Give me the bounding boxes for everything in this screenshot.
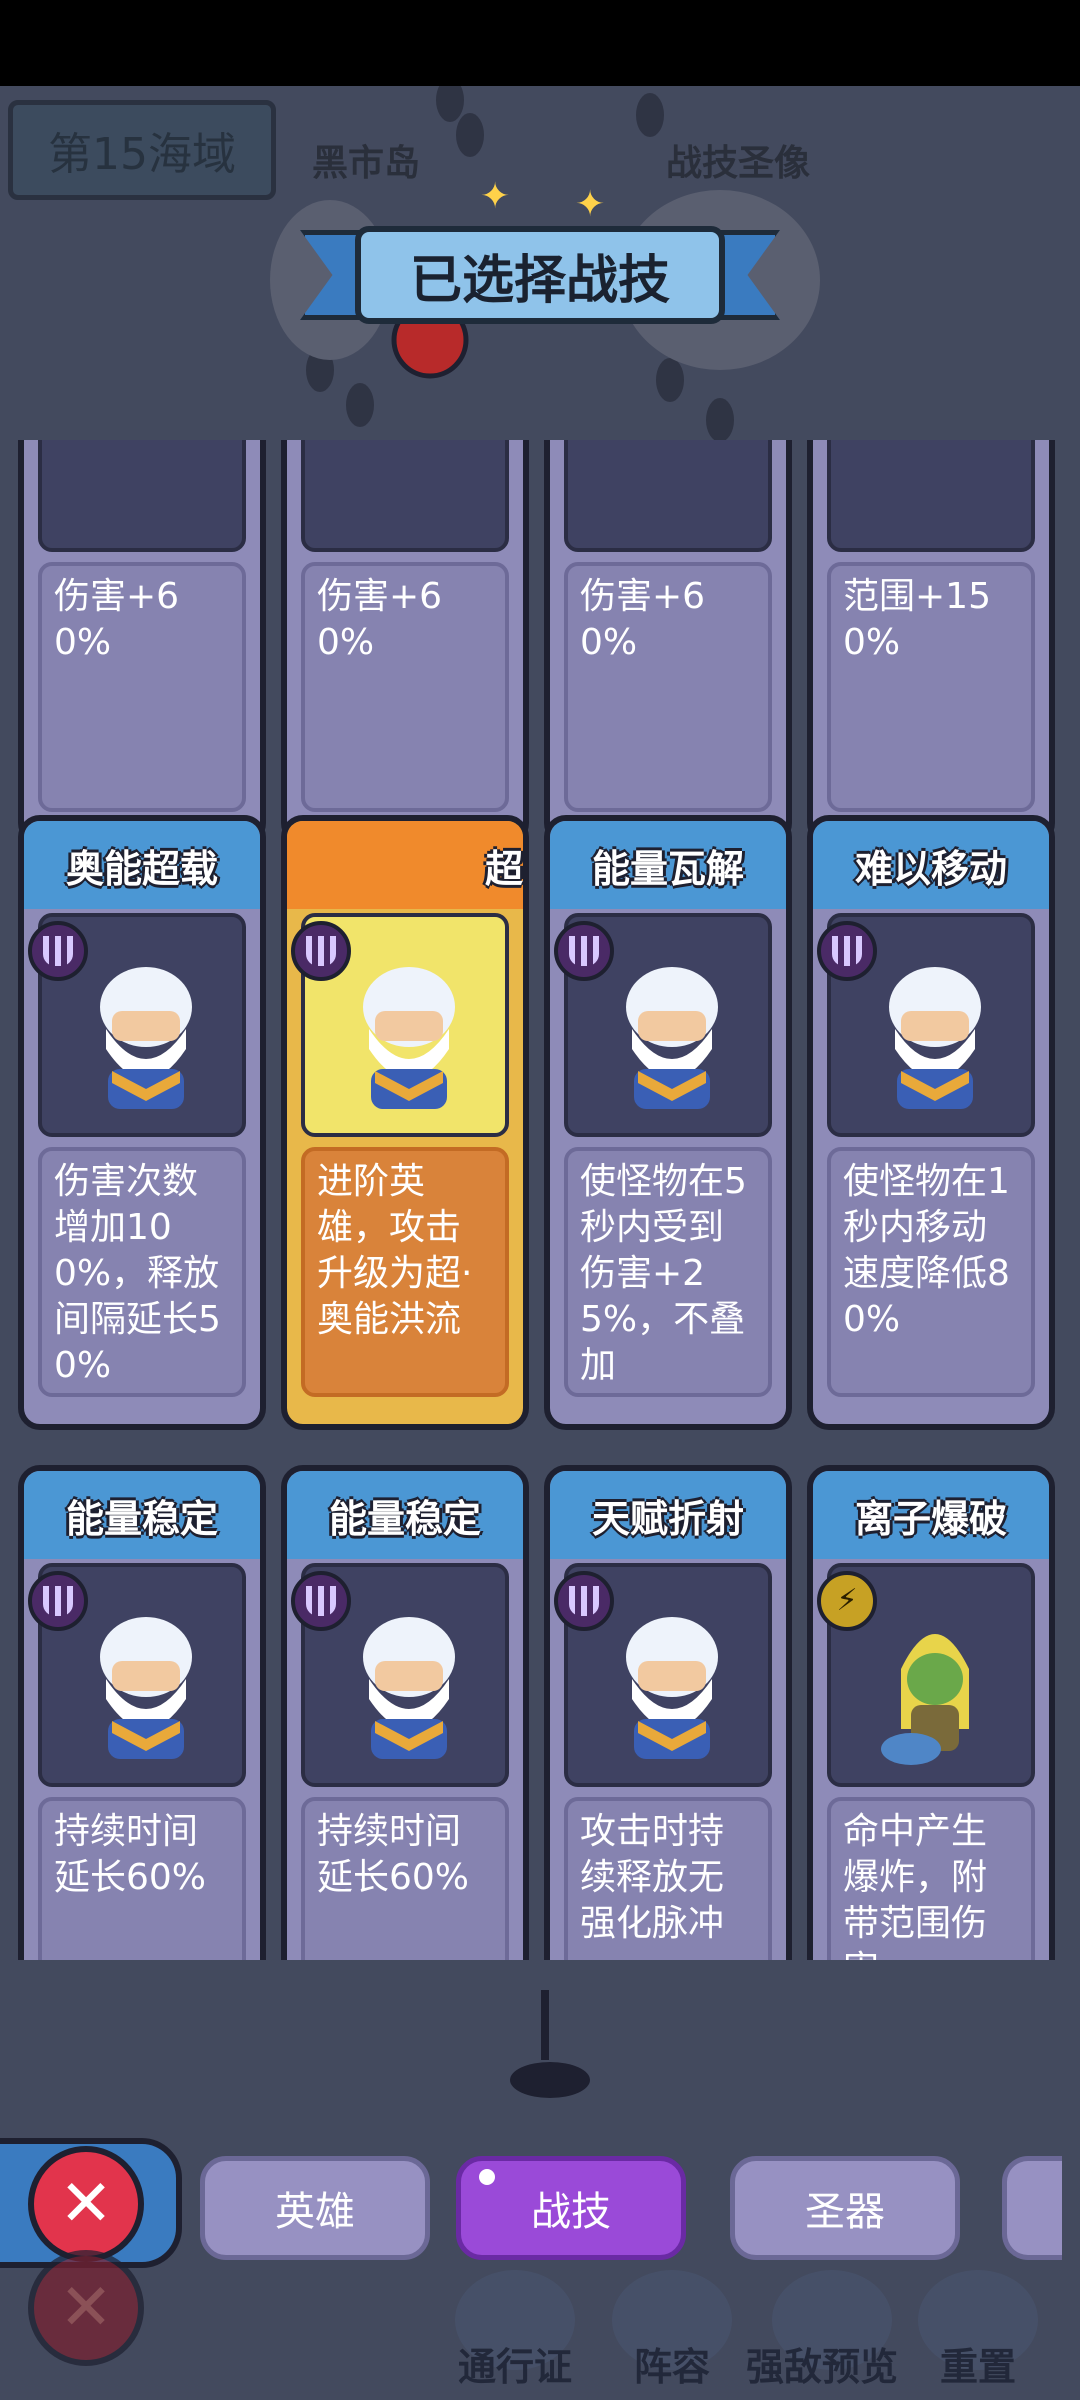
wizard-hero-icon: [100, 1617, 192, 1759]
wizard-hero-icon: [363, 1617, 455, 1759]
close-icon: ✕: [28, 2250, 144, 2366]
rarity-badge-icon: [554, 1571, 614, 1631]
rarity-badge-icon: [28, 1571, 88, 1631]
skill-card-grid[interactable]: 伤害+60% 伤害+60% 伤害+60% 范围+150% 奥能超载 伤害次数增加…: [0, 440, 1080, 1960]
skill-title: 离子爆破: [813, 1471, 1049, 1559]
skill-card-talent-refraction[interactable]: 天赋折射 攻击时持续释放无强化脉冲: [544, 1465, 792, 1960]
skill-title: 难以移动: [813, 821, 1049, 909]
tab-artifact[interactable]: 圣器: [730, 2156, 960, 2260]
skill-title: 奥能超载: [24, 821, 260, 909]
skill-card-ion-blast[interactable]: 离子爆破 ⚡ 命中产生爆炸，附带范围伤害: [807, 1465, 1055, 1960]
skill-description: 伤害次数增加100%，释放间隔延长50%: [38, 1147, 246, 1397]
tab-label: 圣器: [805, 2189, 885, 2235]
skill-title: 能量稳定: [287, 1471, 523, 1559]
rarity-badge-icon: [291, 1571, 351, 1631]
dialog-title: 已选择战技: [355, 226, 725, 324]
skill-description: 进阶英雄，攻击升级为超·奥能洪流: [301, 1147, 509, 1397]
goblin-hero-icon: [881, 1634, 969, 1765]
skill-description: 持续时间延长60%: [301, 1797, 509, 1960]
close-button[interactable]: ✕: [28, 2146, 144, 2262]
sparkle-icon: ✦: [480, 176, 511, 217]
skill-card[interactable]: 范围+150%: [807, 440, 1055, 845]
tab-label: 英雄: [275, 2189, 355, 2235]
hero-portrait: [564, 440, 772, 552]
skill-description: 伤害+60%: [564, 562, 772, 812]
dialog-title-banner: ✦ ✦ 已选择战技: [300, 170, 780, 324]
skill-card[interactable]: 伤害+60%: [18, 440, 266, 845]
wizard-hero-icon: [363, 967, 455, 1109]
skill-card-selected[interactable]: 超 进阶英雄，攻击升级为超·奥能洪流: [281, 815, 529, 1430]
tab-more[interactable]: [1002, 2156, 1062, 2260]
nav-pass[interactable]: 通行证: [458, 2336, 572, 2391]
wizard-hero-icon: [889, 967, 981, 1109]
notification-dot: [479, 2169, 495, 2185]
rarity-badge-icon: [291, 921, 351, 981]
tab-label: 战技: [531, 2189, 611, 2235]
skill-description: 使怪物在5秒内受到伤害+25%，不叠加: [564, 1147, 772, 1397]
hero-portrait: [827, 440, 1035, 552]
skill-description: 命中产生爆炸，附带范围伤害: [827, 1797, 1035, 1960]
skill-title: 超: [287, 821, 523, 909]
skill-description: 伤害+60%: [301, 562, 509, 812]
wizard-hero-icon: [626, 1617, 718, 1759]
skill-card-arcane-overload[interactable]: 奥能超载 伤害次数增加100%，释放间隔延长50%: [18, 815, 266, 1430]
nav-enemy-preview[interactable]: 强敌预览: [746, 2336, 898, 2391]
sparkle-icon: ✦: [575, 184, 606, 225]
hero-portrait: [38, 440, 246, 552]
skill-card[interactable]: 伤害+60%: [281, 440, 529, 845]
skill-description: 伤害+60%: [38, 562, 246, 812]
skill-card-hard-to-move[interactable]: 难以移动 使怪物在1秒内移动速度降低80%: [807, 815, 1055, 1430]
sea-zone-label: 第15海域: [8, 100, 276, 200]
skill-description: 使怪物在1秒内移动速度降低80%: [827, 1147, 1035, 1397]
wizard-hero-icon: [100, 967, 192, 1109]
close-icon: ✕: [59, 2167, 113, 2241]
lightning-badge-icon: ⚡: [817, 1571, 877, 1631]
skill-card-energy-disintegration[interactable]: 能量瓦解 使怪物在5秒内受到伤害+25%，不叠加: [544, 815, 792, 1430]
skill-card-energy-stable[interactable]: 能量稳定 持续时间延长60%: [281, 1465, 529, 1960]
skill-description: 攻击时持续释放无强化脉冲: [564, 1797, 772, 1960]
tab-skill[interactable]: 战技: [456, 2156, 686, 2260]
wizard-hero-icon: [626, 967, 718, 1109]
rarity-badge-icon: [817, 921, 877, 981]
skill-title: 能量稳定: [24, 1471, 260, 1559]
skill-title: 天赋折射: [550, 1471, 786, 1559]
tab-hero[interactable]: 英雄: [200, 2156, 430, 2260]
skill-title: 能量瓦解: [550, 821, 786, 909]
skill-card-energy-stable[interactable]: 能量稳定 持续时间延长60%: [18, 1465, 266, 1960]
rarity-badge-icon: [28, 921, 88, 981]
skill-card[interactable]: 伤害+60%: [544, 440, 792, 845]
nav-lineup[interactable]: 阵容: [634, 2336, 710, 2391]
nav-reset[interactable]: 重置: [940, 2336, 1016, 2391]
rarity-badge-icon: [554, 921, 614, 981]
skill-description: 范围+150%: [827, 562, 1035, 812]
skill-description: 持续时间延长60%: [38, 1797, 246, 1960]
hero-portrait: [301, 440, 509, 552]
status-bar: [0, 0, 1080, 86]
